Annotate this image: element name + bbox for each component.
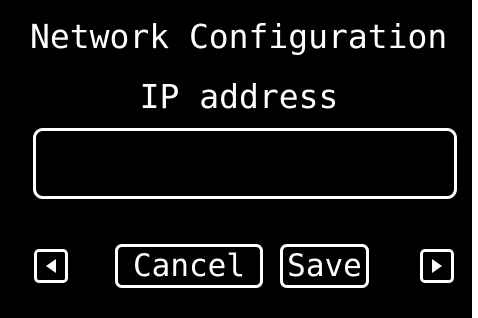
lcd-screen: Network Configuration IP address Cancel …	[0, 0, 478, 318]
field-label: IP address	[139, 77, 339, 116]
left-triangle-icon	[46, 259, 56, 273]
ip-address-input[interactable]	[33, 128, 457, 199]
save-button[interactable]: Save	[280, 244, 369, 288]
next-button[interactable]	[420, 249, 454, 283]
screen-title: Network Configuration	[30, 17, 448, 56]
right-triangle-icon	[432, 259, 442, 273]
previous-button[interactable]	[34, 249, 68, 283]
cancel-button[interactable]: Cancel	[115, 244, 263, 288]
